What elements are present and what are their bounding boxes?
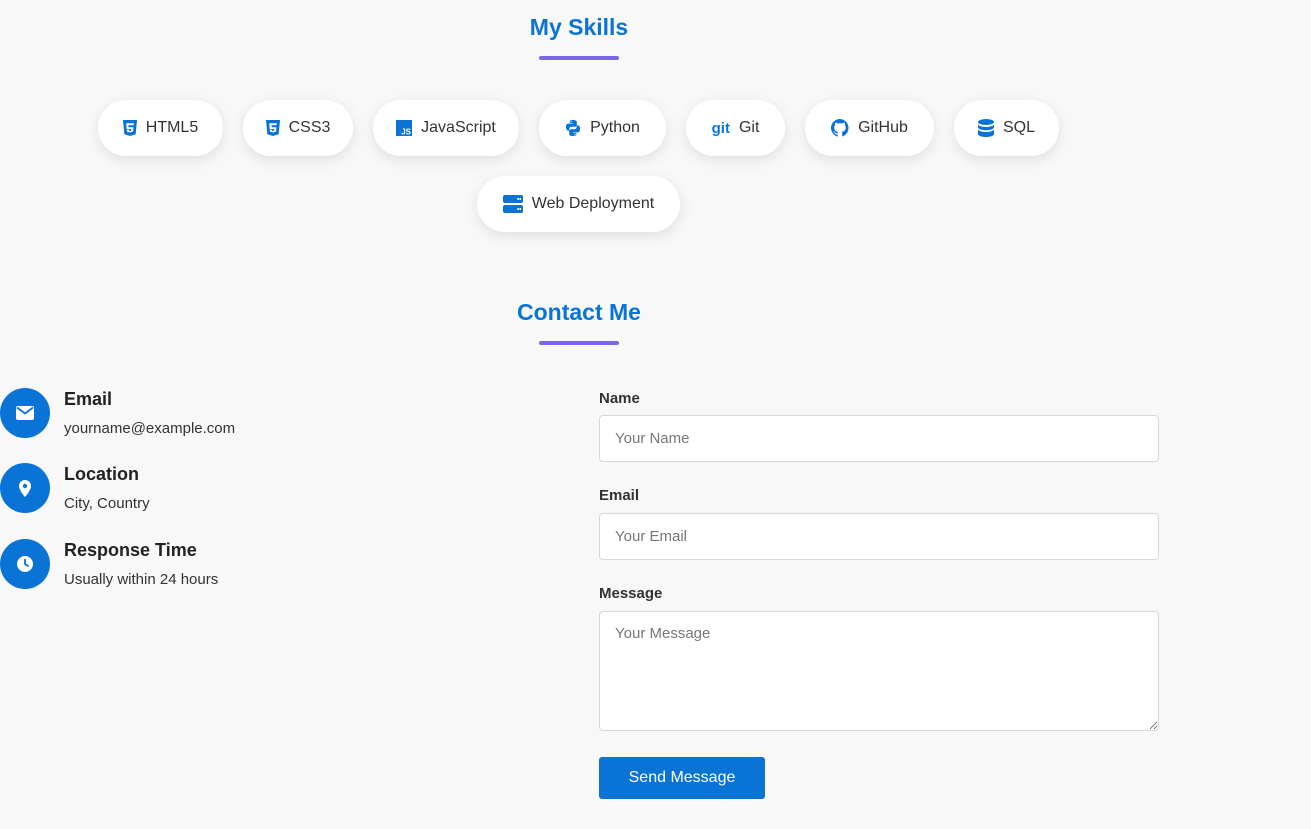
clock-icon <box>0 539 50 589</box>
envelope-icon <box>0 388 50 438</box>
contact-value: yourname@example.com <box>64 420 236 437</box>
contact-title-underline <box>539 341 619 345</box>
email-input[interactable] <box>599 513 1159 560</box>
skill-label: Git <box>738 119 760 136</box>
contact-heading: Email <box>64 389 113 409</box>
skill-github[interactable]: GitHub <box>805 100 934 156</box>
skill-label: SQL <box>1002 119 1035 136</box>
contact-title: Contact Me <box>517 299 641 325</box>
skill-label: GitHub <box>858 119 908 136</box>
skill-web-deployment[interactable]: Web Deployment <box>477 176 680 232</box>
skill-javascript[interactable]: JS JavaScript <box>373 100 519 156</box>
map-pin-icon <box>0 463 50 513</box>
name-input[interactable] <box>599 415 1159 462</box>
contact-value: City, Country <box>64 495 150 512</box>
name-label: Name <box>599 390 640 407</box>
skill-python[interactable]: Python <box>539 100 666 156</box>
message-textarea[interactable] <box>599 611 1159 731</box>
skills-title-underline <box>539 56 619 60</box>
skill-label: CSS3 <box>288 119 331 136</box>
page: My Skills HTML5 CSS3 JS JavaScript Pytho… <box>0 0 1311 829</box>
email-label: Email <box>599 487 640 504</box>
css3-icon <box>265 120 280 136</box>
skill-label: Python <box>590 119 640 136</box>
database-icon <box>977 119 994 137</box>
skills-title: My Skills <box>529 14 629 40</box>
skill-sql[interactable]: SQL <box>954 100 1059 156</box>
server-icon <box>502 195 523 213</box>
skill-label: JavaScript <box>421 119 496 136</box>
github-icon <box>831 119 849 137</box>
contact-heading: Location <box>64 464 139 484</box>
send-message-button[interactable]: Send Message <box>599 757 765 799</box>
message-label: Message <box>599 585 663 602</box>
html5-icon <box>122 120 137 136</box>
skill-git[interactable]: git Git <box>686 100 785 156</box>
javascript-icon: JS <box>396 120 413 137</box>
svg-text:JS: JS <box>401 128 411 137</box>
skill-html5[interactable]: HTML5 <box>98 100 223 156</box>
skill-label: HTML5 <box>145 119 199 136</box>
git-icon: git <box>711 119 730 137</box>
skill-label: Web Deployment <box>531 195 655 212</box>
contact-value: Usually within 24 hours <box>64 571 219 588</box>
skill-css3[interactable]: CSS3 <box>243 100 353 156</box>
contact-heading: Response Time <box>64 540 197 560</box>
python-icon <box>565 120 581 136</box>
